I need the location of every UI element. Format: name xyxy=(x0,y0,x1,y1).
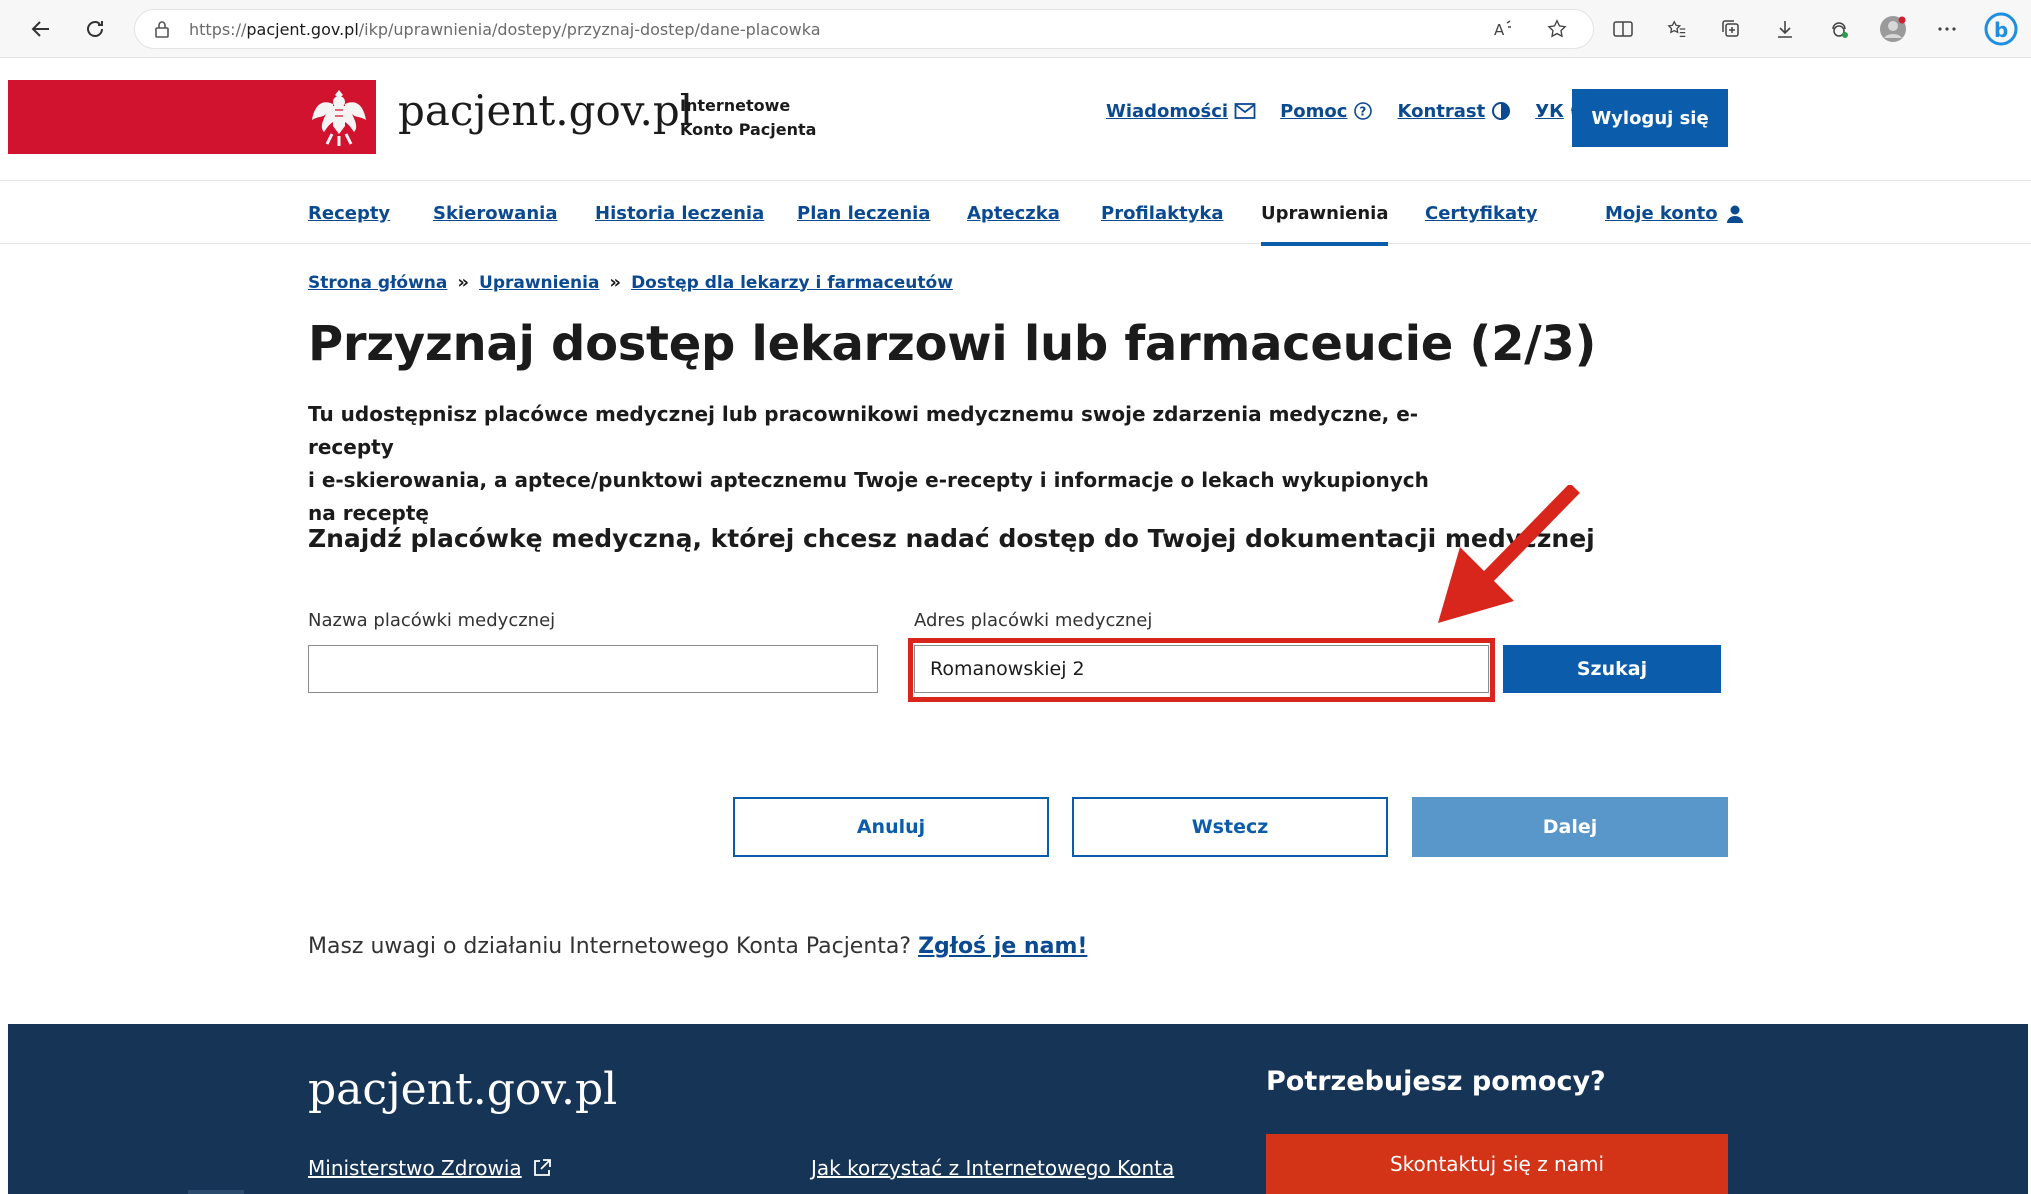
browser-actions: A b xyxy=(1483,8,2021,50)
brand-subtitle: Internetowe Konto Pacjenta xyxy=(680,94,816,142)
feedback-line: Masz uwagi o działaniu Internetowego Kon… xyxy=(308,934,1087,959)
address-bar[interactable]: https://pacjent.gov.pl/ikp/uprawnienia/d… xyxy=(134,9,1594,49)
bing-icon[interactable]: b xyxy=(1981,9,2021,49)
breadcrumb-doctor-access[interactable]: Dostęp dla lekarzy i farmaceutów xyxy=(631,273,953,293)
svg-text:A: A xyxy=(1494,21,1505,39)
messages-label: Wiadomości xyxy=(1106,100,1229,122)
contact-button[interactable]: Skontaktuj się z nami xyxy=(1266,1134,1728,1194)
site-brand[interactable]: pacjent.gov.pl xyxy=(398,86,693,135)
contrast-icon xyxy=(1492,102,1511,120)
search-button[interactable]: Szukaj xyxy=(1503,645,1721,693)
nav-treatment-history[interactable]: Historia leczenia xyxy=(595,203,764,224)
more-icon[interactable] xyxy=(1927,9,1967,49)
facility-name-input[interactable] xyxy=(308,645,878,693)
footer-ministry-label: Ministerstwo Zdrowia xyxy=(308,1156,522,1180)
svg-text:b: b xyxy=(1994,18,2008,42)
contrast-link[interactable]: Kontrast xyxy=(1397,101,1511,122)
header-links: Wiadomości Pomoc ? Kontrast УК xyxy=(1106,100,1592,122)
collections-icon[interactable] xyxy=(1711,9,1751,49)
favorite-star-icon[interactable] xyxy=(1537,9,1577,49)
favorites-icon[interactable] xyxy=(1657,9,1697,49)
breadcrumb: Strona główna » Uprawnienia » Dostęp dla… xyxy=(308,272,953,293)
url-text: https://pacjent.gov.pl/ikp/uprawnienia/d… xyxy=(189,19,821,39)
profile-avatar-icon[interactable] xyxy=(1873,9,1913,49)
nav-my-account-label: Moje konto xyxy=(1605,203,1718,224)
footer-decoration xyxy=(188,1190,244,1194)
nav-treatment-plan[interactable]: Plan leczenia xyxy=(797,203,930,224)
help-link[interactable]: Pomoc ? xyxy=(1280,101,1373,122)
intro-line1: Tu udostępnisz placówce medycznej lub pr… xyxy=(308,402,1419,459)
feedback-text: Masz uwagi o działaniu Internetowego Kon… xyxy=(308,934,912,959)
refresh-icon[interactable] xyxy=(78,12,112,46)
back-button[interactable]: Wstecz xyxy=(1072,797,1388,857)
contrast-label: Kontrast xyxy=(1397,100,1486,122)
facility-address-label: Adres placówki medycznej xyxy=(914,610,1153,631)
intro-text: Tu udostępnisz placówce medycznej lub pr… xyxy=(308,398,1458,530)
annotation-arrow-icon xyxy=(1438,485,1580,623)
help-circle-icon: ? xyxy=(1354,102,1373,120)
user-icon xyxy=(1726,205,1743,223)
feedback-link[interactable]: Zgłoś je nam! xyxy=(918,934,1087,959)
nav-certificates[interactable]: Certyfikaty xyxy=(1425,203,1537,224)
cancel-button[interactable]: Anuluj xyxy=(733,797,1049,857)
help-title: Potrzebujesz pomocy? xyxy=(1266,1066,1606,1097)
brand-subtitle-line2: Konto Pacjenta xyxy=(680,120,817,139)
page-title: Przyznaj dostęp lekarzowi lub farmaceuci… xyxy=(308,316,1597,372)
mail-icon xyxy=(1234,103,1256,119)
nav-my-account[interactable]: Moje konto xyxy=(1605,203,1744,224)
nav-prescriptions[interactable]: Recepty xyxy=(308,203,390,224)
download-icon[interactable] xyxy=(1765,9,1805,49)
nav-referrals[interactable]: Skierowania xyxy=(433,203,557,224)
svg-text:?: ? xyxy=(1360,105,1367,119)
page-footer: pacjent.gov.pl Ministerstwo Zdrowia Jak … xyxy=(8,1024,2028,1194)
intro-line2: i e-skierowania, a aptece/punktowi aptec… xyxy=(308,468,1429,525)
external-link-icon xyxy=(533,1159,551,1176)
breadcrumb-separator: » xyxy=(457,272,470,293)
eagle-emblem-icon xyxy=(312,90,366,146)
nav-permissions[interactable]: Uprawnienia xyxy=(1261,203,1389,246)
breadcrumb-separator: » xyxy=(609,272,622,293)
browser-toolbar: https://pacjent.gov.pl/ikp/uprawnienia/d… xyxy=(0,0,2031,58)
brand-subtitle-line1: Internetowe xyxy=(680,96,791,115)
footer-howto-link[interactable]: Jak korzystać z Internetowego Konta xyxy=(811,1156,1174,1180)
footer-brand[interactable]: pacjent.gov.pl xyxy=(308,1064,617,1115)
section-title: Znajdź placówkę medyczną, której chcesz … xyxy=(308,524,1595,553)
help-label: Pomoc xyxy=(1280,100,1348,122)
annotation-highlight-box xyxy=(908,638,1495,702)
footer-ministry-link[interactable]: Ministerstwo Zdrowia xyxy=(308,1156,552,1180)
main-navigation: Recepty Skierowania Historia leczenia Pl… xyxy=(0,180,2031,246)
language-label: УК xyxy=(1535,100,1564,122)
next-button[interactable]: Dalej xyxy=(1412,797,1728,857)
messages-link[interactable]: Wiadomości xyxy=(1106,101,1256,122)
read-aloud-icon[interactable]: A xyxy=(1483,9,1523,49)
logout-button[interactable]: Wyloguj się xyxy=(1572,89,1728,147)
lock-icon xyxy=(155,21,169,38)
breadcrumb-permissions[interactable]: Uprawnienia xyxy=(479,273,599,293)
breadcrumb-home[interactable]: Strona główna xyxy=(308,273,447,293)
facility-name-label: Nazwa placówki medycznej xyxy=(308,610,556,631)
back-icon[interactable] xyxy=(24,12,58,46)
extensions-icon[interactable] xyxy=(1819,9,1859,49)
nav-prevention[interactable]: Profilaktyka xyxy=(1101,203,1224,224)
nav-medicine-cabinet[interactable]: Apteczka xyxy=(967,203,1060,224)
split-screen-icon[interactable] xyxy=(1603,9,1643,49)
